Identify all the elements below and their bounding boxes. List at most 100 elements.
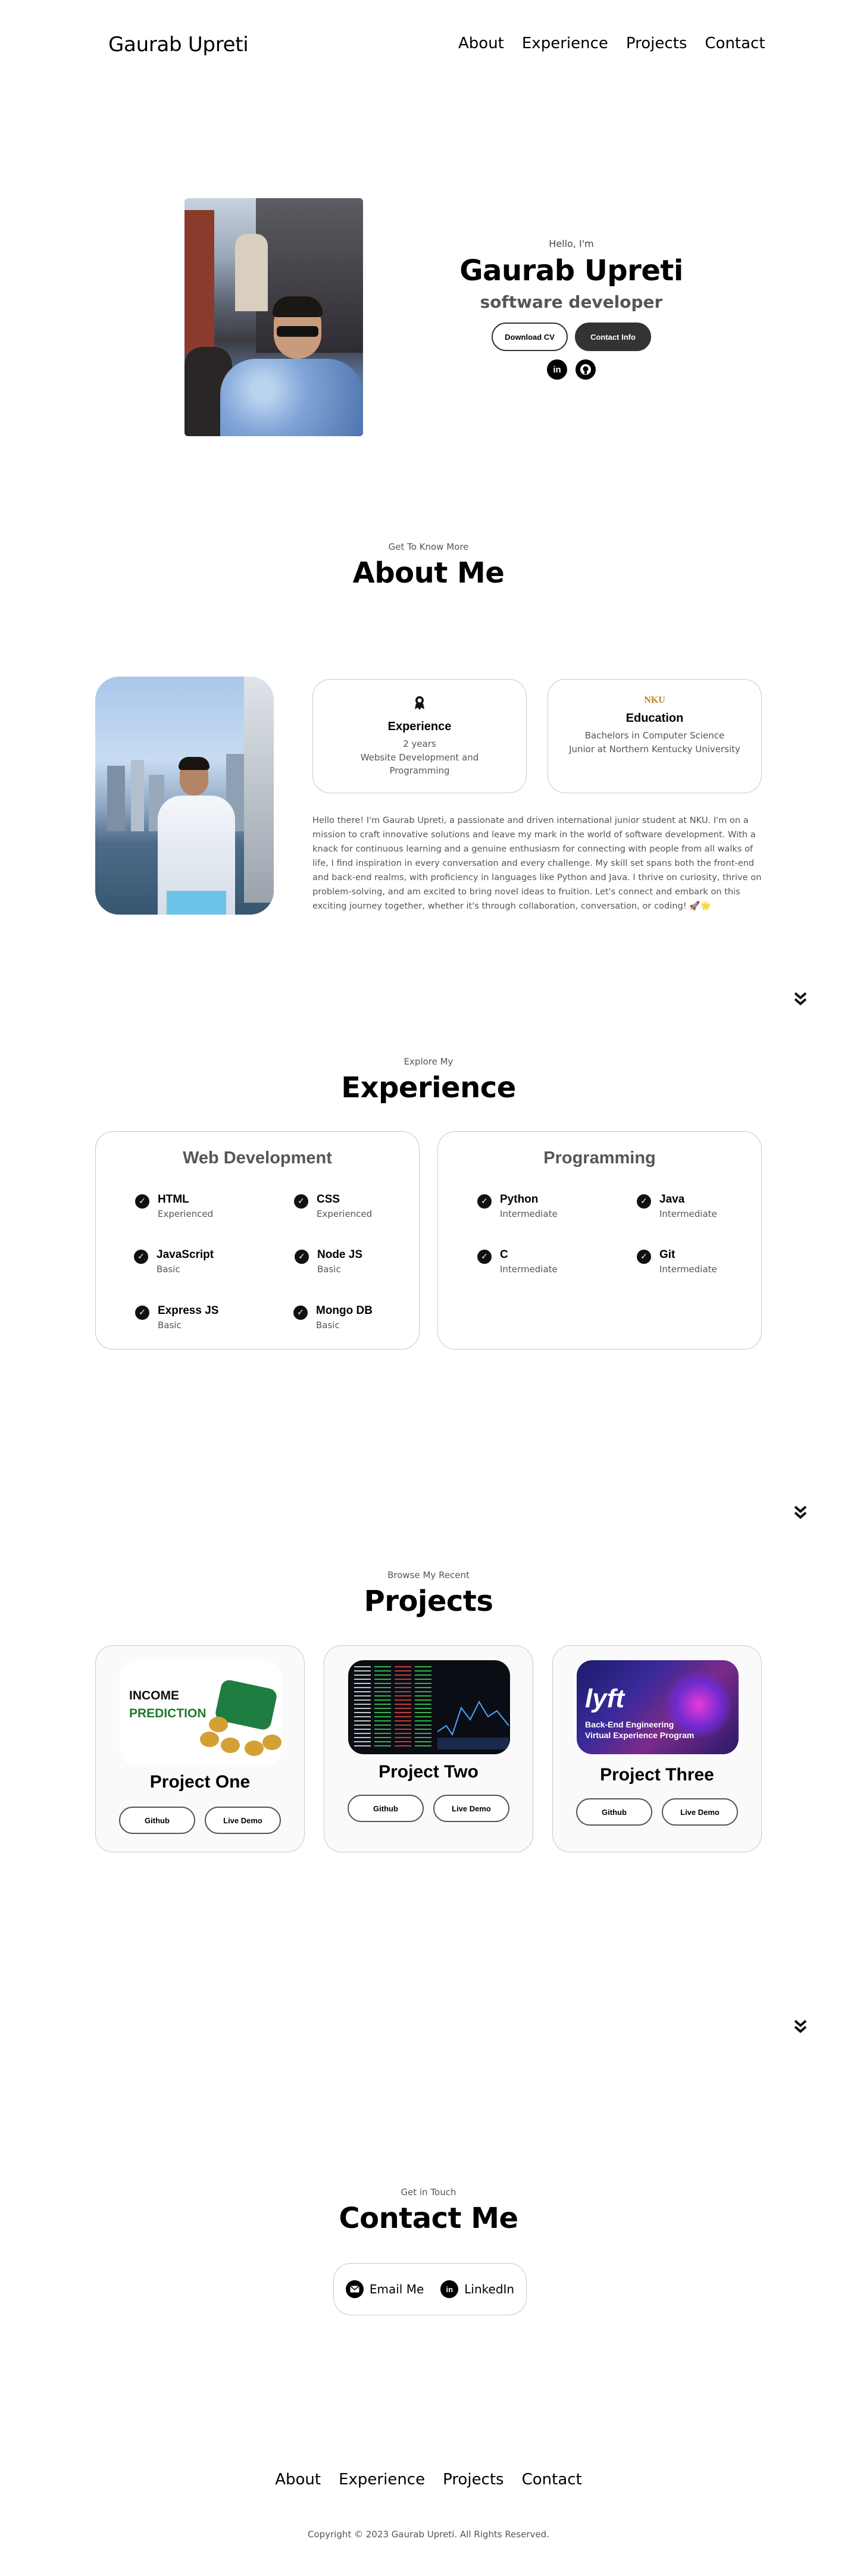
skill-name: C (500, 1248, 508, 1261)
nav-link-projects[interactable]: Projects (626, 35, 687, 52)
skill-level: Basic (317, 1264, 341, 1275)
check-icon: ✓ (637, 1250, 651, 1264)
skill-item: ✓ Mongo DB Basic (293, 1304, 373, 1331)
education-card-degree: Bachelors in Computer Science (584, 730, 725, 741)
project-name: Project Two (379, 1762, 478, 1782)
github-button[interactable]: Github (576, 1798, 652, 1826)
experience-card-years: 2 years (403, 738, 436, 749)
check-icon: ✓ (637, 1194, 651, 1209)
check-icon: ✓ (293, 1306, 308, 1320)
project-two-image (348, 1660, 510, 1754)
skill-level: Intermediate (659, 1209, 717, 1219)
footer-nav: About Experience Projects Contact (0, 2471, 857, 2489)
footer-link-contact[interactable]: Contact (522, 2471, 582, 2489)
experience-subtitle: Explore My (404, 1056, 453, 1067)
github-icon[interactable] (575, 359, 596, 380)
footer-link-about[interactable]: About (275, 2471, 321, 2489)
skill-name: Node JS (317, 1248, 363, 1261)
scroll-down-arrow-icon[interactable] (792, 991, 809, 1007)
about-title: About Me (352, 556, 505, 590)
footer-link-experience[interactable]: Experience (339, 2471, 425, 2489)
scroll-down-arrow-icon[interactable] (792, 1504, 809, 1521)
email-link[interactable]: Email Me (345, 2280, 424, 2298)
project-card: Project Two Github Live Demo (324, 1645, 533, 1852)
skill-name: Express JS (158, 1304, 219, 1317)
nku-logo-icon: NKU (644, 695, 665, 705)
linkedin-icon[interactable]: in (547, 359, 567, 380)
skill-level: Basic (316, 1320, 340, 1331)
experience-card-title: Experience (387, 720, 452, 733)
project-buttons: Github Live Demo (553, 1798, 761, 1826)
github-button[interactable]: Github (119, 1807, 195, 1834)
award-icon (313, 695, 526, 714)
nav-link-experience[interactable]: Experience (522, 35, 608, 52)
project-card: INCOME PREDICTION Project One Github Liv… (95, 1645, 305, 1852)
skill-level: Basic (157, 1264, 180, 1275)
skill-name: Mongo DB (316, 1304, 373, 1317)
contact-subtitle: Get in Touch (401, 2187, 456, 2198)
linkedin-label: LinkedIn (464, 2282, 515, 2296)
check-icon: ✓ (477, 1194, 492, 1209)
scroll-down-arrow-icon[interactable] (792, 2018, 809, 2035)
site-logo[interactable]: Gaurab Upreti (108, 33, 249, 57)
linkedin-link[interactable]: in LinkedIn (440, 2280, 514, 2298)
project-card: lyft Back-End Engineering Virtual Experi… (552, 1645, 762, 1852)
education-info-card: NKU Education Bachelors in Computer Scie… (548, 679, 762, 793)
skill-item: ✓ Python Intermediate (477, 1193, 558, 1219)
check-icon: ✓ (134, 1250, 148, 1264)
nav-link-contact[interactable]: Contact (705, 35, 765, 52)
skill-item: ✓ HTML Experienced (135, 1193, 213, 1219)
contact-title: Contact Me (339, 2202, 518, 2235)
live-demo-button[interactable]: Live Demo (205, 1807, 281, 1834)
check-icon: ✓ (135, 1194, 149, 1209)
live-demo-button[interactable]: Live Demo (433, 1795, 509, 1822)
copyright: Copyright © 2023 Gaurab Upreti. All Righ… (308, 2529, 549, 2540)
about-photo (95, 677, 274, 915)
nav-links: About Experience Projects Contact (458, 35, 765, 52)
project-three-image: lyft Back-End Engineering Virtual Experi… (577, 1660, 739, 1754)
experience-title: Experience (341, 1071, 516, 1104)
project-name: Project One (149, 1772, 251, 1792)
hero-name: Gaurab Upreti (459, 254, 683, 287)
hero-buttons: Download CV Contact Info (428, 323, 714, 351)
web-development-title: Web Development (183, 1148, 332, 1168)
profile-photo (184, 198, 363, 436)
check-icon: ✓ (477, 1250, 492, 1264)
programming-title: Programming (543, 1148, 656, 1168)
education-card-school: Junior at Northern Kentucky University (569, 743, 740, 755)
skill-name: Python (500, 1193, 539, 1206)
skill-item: ✓ CSS Experienced (294, 1193, 372, 1219)
projects-subtitle: Browse My Recent (387, 1570, 470, 1580)
about-subtitle: Get To Know More (388, 542, 469, 552)
live-demo-button[interactable]: Live Demo (662, 1798, 738, 1826)
nav-link-about[interactable]: About (458, 35, 504, 52)
linkedin-icon: in (440, 2280, 459, 2298)
download-cv-button[interactable]: Download CV (492, 323, 568, 351)
experience-info-card: Experience 2 years Website Development a… (312, 679, 527, 793)
experience-card-desc: Website Development and Programming (360, 752, 479, 777)
skill-name: Java (659, 1193, 685, 1206)
check-icon: ✓ (294, 1194, 308, 1209)
hero-greeting: Hello, I'm (549, 238, 594, 249)
skill-level: Intermediate (500, 1264, 558, 1275)
footer-link-projects[interactable]: Projects (443, 2471, 504, 2489)
skill-level: Basic (158, 1320, 182, 1331)
contact-info-button[interactable]: Contact Info (575, 323, 651, 351)
skill-name: CSS (317, 1193, 340, 1206)
skill-item: ✓ JavaScript Basic (134, 1248, 214, 1275)
project-one-image: INCOME PREDICTION (120, 1660, 282, 1765)
github-button[interactable]: Github (348, 1795, 424, 1822)
skill-level: Experienced (317, 1209, 373, 1219)
skill-item: ✓ Git Intermediate (637, 1248, 717, 1275)
skill-item: ✓ Node JS Basic (295, 1248, 362, 1275)
skill-name: Git (659, 1248, 675, 1261)
skill-name: HTML (158, 1193, 189, 1206)
skill-item: ✓ Java Intermediate (637, 1193, 717, 1219)
programming-card: Programming ✓ Python Intermediate ✓ Java I… (437, 1131, 762, 1350)
skill-level: Experienced (158, 1209, 214, 1219)
about-bio: Hello there! I'm Gaurab Upreti, a passio… (312, 815, 762, 912)
skill-level: Intermediate (659, 1264, 717, 1275)
projects-title: Projects (364, 1585, 493, 1618)
social-icons: in (428, 359, 714, 380)
contact-box: Email Me in LinkedIn (333, 2263, 527, 2315)
